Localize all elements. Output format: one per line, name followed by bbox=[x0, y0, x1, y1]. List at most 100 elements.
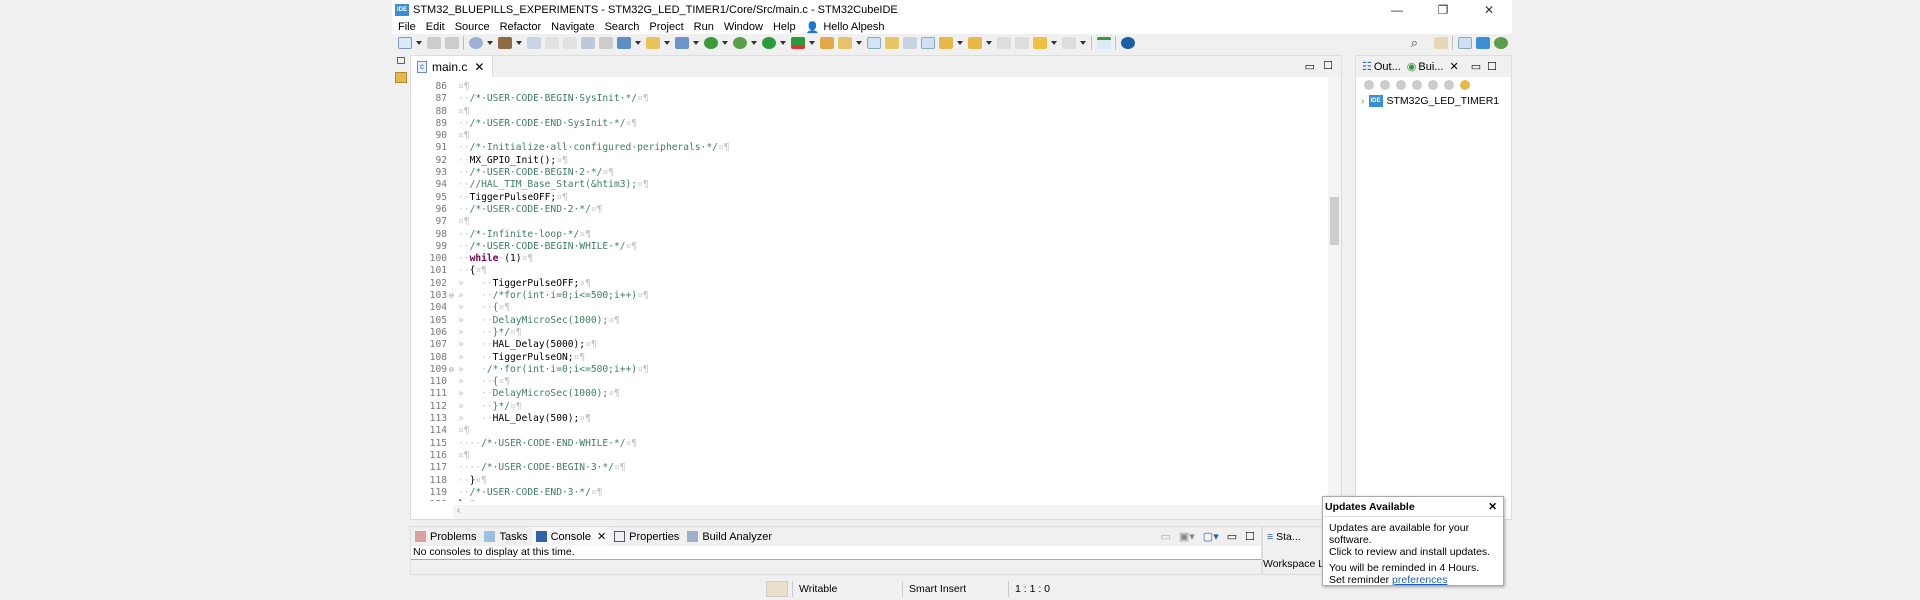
save-all-icon[interactable] bbox=[445, 37, 459, 49]
horizontal-scrollbar[interactable]: ‹ bbox=[453, 505, 1328, 519]
new-source-folder-icon[interactable] bbox=[646, 37, 660, 49]
code-line[interactable]: 91 ··/*·Initialize·all·configured·periphe… bbox=[411, 142, 1329, 154]
tab-console[interactable]: Console ✕ bbox=[531, 527, 611, 546]
search-icon[interactable]: ⌕ bbox=[1411, 35, 1418, 51]
tab-build-analyzer[interactable]: Build Analyzer bbox=[683, 527, 776, 546]
dropdown-icon[interactable] bbox=[957, 41, 963, 45]
code-line[interactable]: 109 ⊖» ·/*·for(int·i=0;i<=500;i++) ¤¶ bbox=[411, 364, 1329, 376]
code-line[interactable]: 116 ¤¶ bbox=[411, 450, 1329, 462]
dropdown-icon[interactable] bbox=[693, 41, 699, 45]
highlight-icon[interactable] bbox=[867, 37, 881, 49]
settings-icon[interactable] bbox=[469, 37, 483, 49]
forward-icon[interactable] bbox=[1444, 80, 1454, 90]
next-annotation-icon[interactable] bbox=[939, 37, 953, 49]
new-icon[interactable] bbox=[398, 37, 412, 49]
block-select-icon[interactable] bbox=[903, 37, 917, 49]
code-line[interactable]: 89 ··/*·USER·CODE·END·SysInit·*/¤¶ bbox=[411, 118, 1329, 130]
open-perspective-icon[interactable] bbox=[1434, 37, 1448, 49]
new-class-icon[interactable] bbox=[675, 37, 689, 49]
menu-window[interactable]: Window bbox=[724, 21, 763, 33]
code-line[interactable]: 101 ··{¤¶ bbox=[411, 265, 1329, 277]
status-icon[interactable] bbox=[766, 581, 788, 597]
code-line[interactable]: 108 » ·· TiggerPulseON; ¤¶ bbox=[411, 352, 1329, 364]
fold-toggle-icon[interactable]: ⊖ bbox=[449, 290, 458, 302]
dropdown-icon[interactable] bbox=[986, 41, 992, 45]
code-line[interactable]: 86 ¤¶ bbox=[411, 81, 1329, 93]
menu-source[interactable]: Source bbox=[455, 21, 490, 33]
updates-popup[interactable]: Updates Available ✕ Updates are available… bbox=[1322, 496, 1504, 586]
debug-perspective-icon[interactable] bbox=[1494, 37, 1508, 49]
menu-edit[interactable]: Edit bbox=[426, 21, 445, 33]
dropdown-icon[interactable] bbox=[487, 41, 493, 45]
debug-bug-icon[interactable] bbox=[733, 37, 747, 49]
code-line[interactable]: 93 ··/*·USER·CODE·BEGIN·2·*/¤¶ bbox=[411, 167, 1329, 179]
dropdown-icon[interactable] bbox=[635, 41, 641, 45]
scroll-thumb[interactable] bbox=[1330, 197, 1339, 245]
filter-icon[interactable] bbox=[1460, 80, 1470, 90]
redo-icon[interactable] bbox=[563, 37, 577, 49]
open-console-icon[interactable]: ▢▾ bbox=[1203, 530, 1219, 543]
dropdown-icon[interactable] bbox=[1051, 41, 1057, 45]
close-popup-icon[interactable]: ✕ bbox=[1488, 501, 1497, 513]
close-tab-icon[interactable]: ✕ bbox=[474, 60, 484, 74]
home-icon[interactable] bbox=[1412, 80, 1422, 90]
code-line[interactable]: 100 ·· while · (1) ¤¶ bbox=[411, 253, 1329, 265]
code-line[interactable]: 106 » ··}*/¤¶ bbox=[411, 327, 1329, 339]
code-line[interactable]: 99 ··/*·USER·CODE·BEGIN·WHILE·*/¤¶ bbox=[411, 241, 1329, 253]
dropdown-icon[interactable] bbox=[1080, 41, 1086, 45]
tab-problems[interactable]: Problems bbox=[411, 527, 480, 546]
edit-icon[interactable] bbox=[1396, 80, 1406, 90]
new-c-project-icon[interactable] bbox=[617, 37, 631, 49]
code-line[interactable]: 103 ⊖» ··/*for(int·i=0;i<=500;i++) ¤¶ bbox=[411, 290, 1329, 302]
cpp-perspective-icon[interactable] bbox=[1458, 37, 1472, 49]
code-line[interactable]: 96 ··/*·USER·CODE·END·2·*/¤¶ bbox=[411, 204, 1329, 216]
open-folder-icon[interactable] bbox=[820, 37, 834, 49]
code-line[interactable]: 87 ··/*·USER·CODE·BEGIN·SysInit·*/¤¶ bbox=[411, 93, 1329, 105]
maximize-editor-icon[interactable]: ☐ bbox=[1323, 59, 1333, 72]
code-line[interactable]: 119 ··/*·USER·CODE·END·3·*/¤¶ bbox=[411, 487, 1329, 499]
dropdown-icon[interactable] bbox=[751, 41, 757, 45]
code-line[interactable]: 115 ····/*·USER·CODE·END·WHILE·*/¤¶ bbox=[411, 438, 1329, 450]
dropdown-icon[interactable] bbox=[516, 41, 522, 45]
code-line[interactable]: 118 ··} ¤¶ bbox=[411, 475, 1329, 487]
code-line[interactable]: 92 ·· MX_GPIO_Init(); ¤¶ bbox=[411, 155, 1329, 167]
close-tab-icon[interactable]: ✕ bbox=[1449, 60, 1458, 73]
new-target-icon[interactable] bbox=[1364, 80, 1374, 90]
build-target-icon[interactable] bbox=[1380, 80, 1390, 90]
maximize-icon[interactable]: ☐ bbox=[1245, 530, 1255, 543]
close-button[interactable]: ✕ bbox=[1466, 0, 1512, 20]
user-greeting[interactable]: Hello Alpesh bbox=[823, 21, 884, 33]
menu-navigate[interactable]: Navigate bbox=[551, 21, 594, 33]
tab-main-c[interactable]: c main.c ✕ bbox=[411, 56, 494, 77]
close-tab-icon[interactable]: ✕ bbox=[597, 530, 606, 543]
code-line[interactable]: 94 ··//HAL_TIM_Base_Start(&htim3); ¤¶ bbox=[411, 179, 1329, 191]
project-explorer-icon[interactable] bbox=[395, 72, 407, 83]
anchor-icon[interactable] bbox=[599, 37, 613, 49]
code-line[interactable]: 90 ¤¶ bbox=[411, 130, 1329, 142]
menu-help[interactable]: Help bbox=[773, 21, 796, 33]
wand-icon[interactable] bbox=[838, 37, 852, 49]
code-line[interactable]: 105 » ·· DelayMicroSec(1000); ¤¶ bbox=[411, 315, 1329, 327]
pin-console-icon[interactable]: ▭ bbox=[1160, 530, 1170, 543]
toggle-icon[interactable] bbox=[885, 37, 899, 49]
maximize-icon[interactable]: ☐ bbox=[1487, 60, 1497, 73]
minimize-icon[interactable]: ▭ bbox=[1227, 530, 1237, 543]
menu-search[interactable]: Search bbox=[605, 21, 640, 33]
back-icon[interactable] bbox=[1428, 80, 1438, 90]
dropdown-icon[interactable] bbox=[416, 41, 422, 45]
code-line[interactable]: 117 ····/*·USER·CODE·BEGIN·3·*/¤¶ bbox=[411, 462, 1329, 474]
build-hammer-icon[interactable] bbox=[498, 37, 512, 49]
code-line[interactable]: 113 » ·· HAL_Delay(500); ¤¶ bbox=[411, 413, 1329, 425]
code-line[interactable]: 104» ··{¤¶ bbox=[411, 302, 1329, 314]
dropdown-icon[interactable] bbox=[664, 41, 670, 45]
binary-icon[interactable] bbox=[527, 37, 541, 49]
refresh-icon[interactable] bbox=[704, 37, 718, 49]
dropdown-icon[interactable] bbox=[780, 41, 786, 45]
external-tools-icon[interactable] bbox=[791, 37, 805, 49]
code-text[interactable]: 86 ¤¶ 87 ··/*·USER·CODE·BEGIN·SysInit·*/¤¶ 8… bbox=[411, 81, 1329, 501]
minimize-editor-icon[interactable]: ▭ bbox=[1305, 60, 1315, 73]
tree-item-project[interactable]: › IDE STM32G_LED_TIMER1 bbox=[1356, 95, 1511, 107]
restore-icon[interactable] bbox=[397, 57, 405, 64]
tab-properties[interactable]: Properties bbox=[610, 527, 683, 546]
tab-static-stack[interactable]: Sta... bbox=[1276, 531, 1301, 543]
